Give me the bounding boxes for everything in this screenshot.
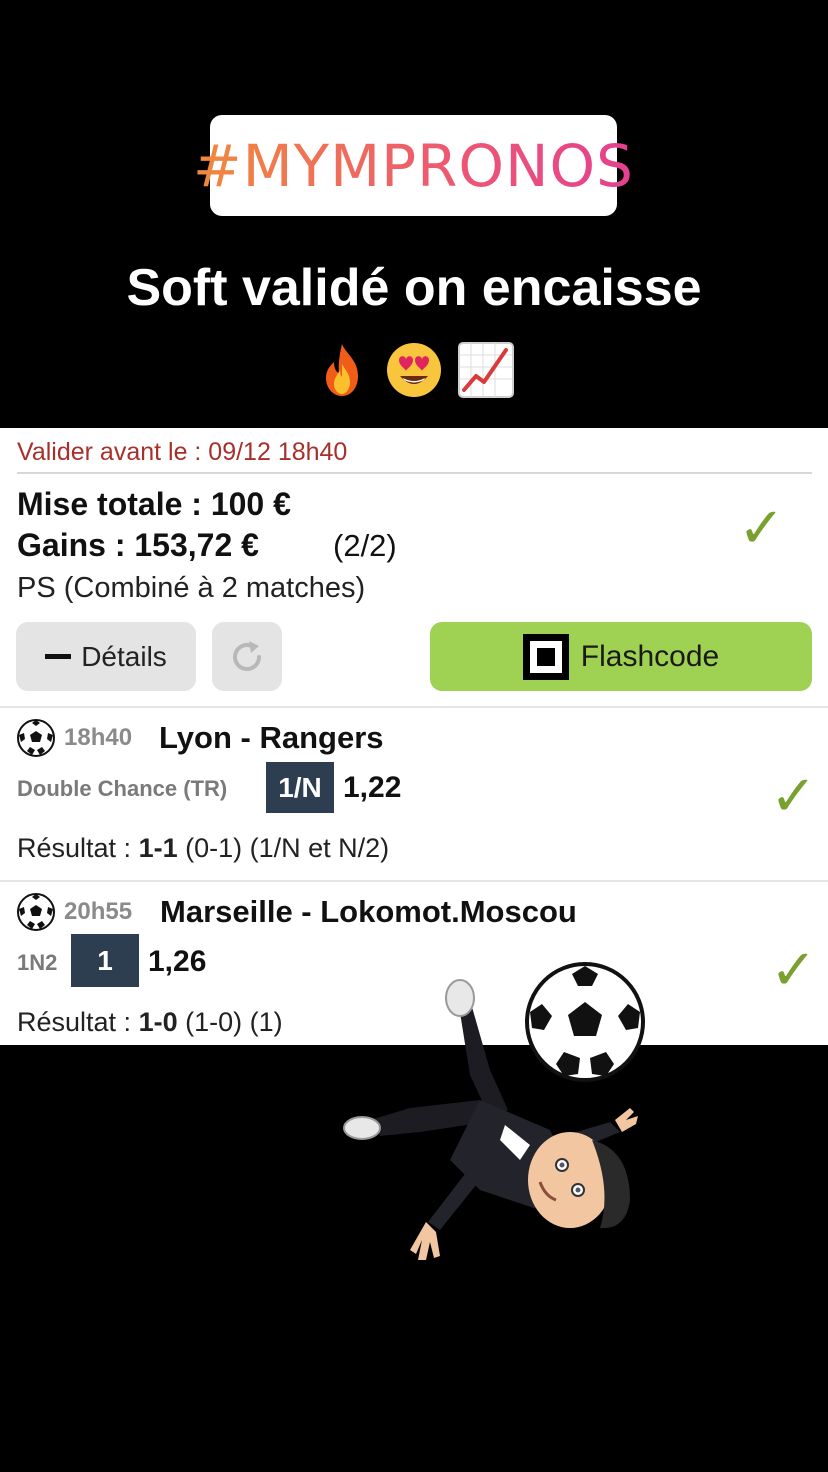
divider <box>0 880 828 882</box>
match-result: Résultat : 1-0 (1-0) (1) <box>17 1007 283 1038</box>
refresh-icon <box>233 640 261 671</box>
result-score: 1-0 <box>138 1007 178 1037</box>
result-detail: (0-1) (1/N et N/2) <box>185 833 390 863</box>
pick-badge: 1/N <box>266 762 334 813</box>
result-label: Résultat : <box>17 833 132 863</box>
fire-icon <box>326 344 358 396</box>
qr-code-icon <box>522 633 569 680</box>
market-name: Double Chance (TR) <box>17 776 228 801</box>
emoji-row <box>0 340 828 400</box>
flashcode-label: Flashcode <box>580 639 720 673</box>
hashtag-text: #MYMPRONOS <box>193 131 634 200</box>
divider <box>0 706 828 708</box>
winnings-count: (2/2) <box>333 528 397 563</box>
match-won-check-icon: ✓ <box>770 938 817 1001</box>
hashtag-sticker: #MYMPRONOS <box>193 115 633 216</box>
details-label: Détails <box>81 640 167 672</box>
result-label: Résultat : <box>17 1007 132 1037</box>
match-result: Résultat : 1-1 (0-1) (1/N et N/2) <box>17 833 389 864</box>
soccer-ball-icon <box>17 893 55 931</box>
match-teams: Lyon - Rangers <box>159 720 384 755</box>
heart-eyes-icon <box>387 343 441 397</box>
odds: 1,22 <box>343 771 402 804</box>
total-winnings: Gains : 153,72 € <box>17 527 259 563</box>
divider <box>17 472 812 474</box>
match-time: 18h40 <box>64 724 133 751</box>
details-button[interactable]: Détails <box>16 622 196 691</box>
match-teams: Marseille - Lokomot.Moscou <box>160 894 577 929</box>
result-detail: (1-0) (1) <box>185 1007 283 1037</box>
chart-increasing-icon <box>458 342 514 398</box>
minus-icon <box>45 654 72 659</box>
soccer-ball-icon <box>525 962 645 1082</box>
market-name: 1N2 <box>17 950 58 975</box>
match-won-check-icon: ✓ <box>770 764 817 827</box>
soccer-ball-icon <box>17 719 55 757</box>
bet-won-check-icon: ✓ <box>738 496 785 559</box>
total-stake: Mise totale : 100 € <box>17 486 291 522</box>
bicycle-kick-avatar-sticker <box>343 962 645 1260</box>
odds: 1,26 <box>148 945 207 978</box>
bet-card: Valider avant le : 09/12 18h40 Mise tota… <box>0 428 828 1045</box>
result-score: 1-1 <box>138 833 178 863</box>
match-time: 20h55 <box>64 898 133 925</box>
story-headline: Soft validé on encaisse <box>126 259 702 317</box>
deadline-text: Valider avant le : 09/12 18h40 <box>17 438 348 466</box>
refresh-button[interactable] <box>212 622 282 691</box>
flashcode-button[interactable]: Flashcode <box>430 622 812 691</box>
bet-type: PS (Combiné à 2 matches) <box>17 572 366 604</box>
pick-badge: 1 <box>71 934 139 987</box>
